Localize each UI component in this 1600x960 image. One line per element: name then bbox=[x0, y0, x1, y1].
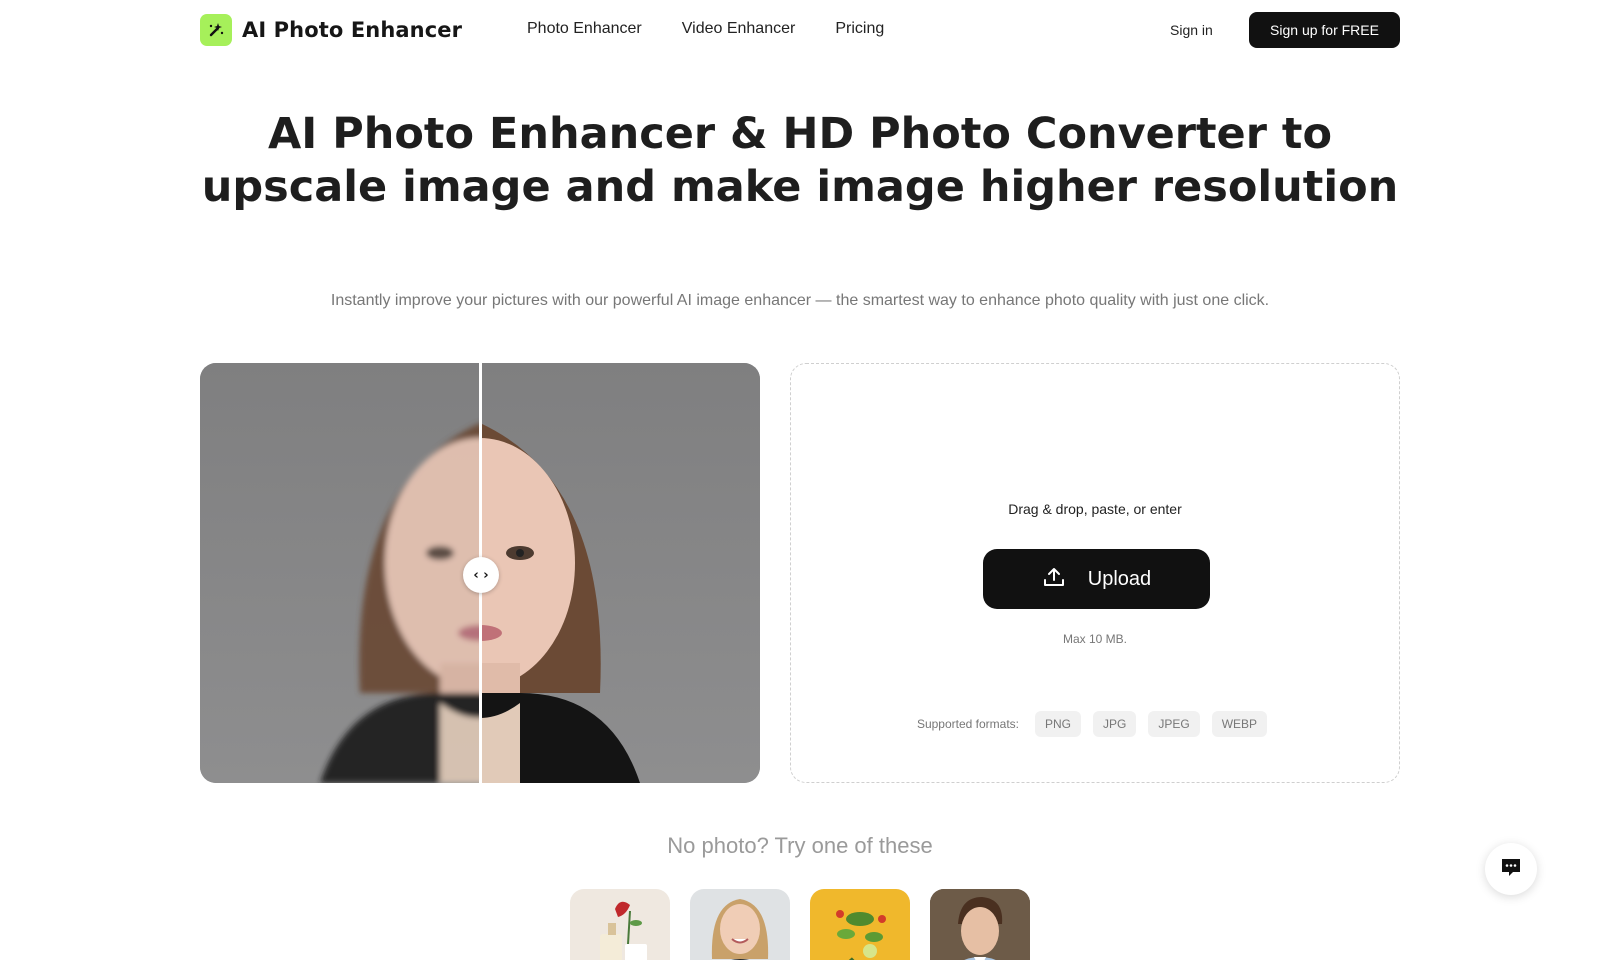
upload-dropzone[interactable]: Drag & drop, paste, or enter Upload Max … bbox=[790, 363, 1400, 783]
site-header: AI Photo Enhancer Photo Enhancer Video E… bbox=[0, 0, 1600, 60]
compare-slider-handle[interactable]: ‹ › bbox=[463, 557, 499, 593]
logo[interactable]: AI Photo Enhancer bbox=[200, 14, 462, 46]
upload-button-label: Upload bbox=[1087, 567, 1152, 590]
nav-pricing[interactable]: Pricing bbox=[835, 20, 884, 38]
drag-drop-hint: Drag & drop, paste, or enter bbox=[1008, 501, 1182, 517]
supported-formats: Supported formats: PNG JPG JPEG WEBP bbox=[791, 711, 1399, 737]
upload-icon bbox=[1042, 565, 1066, 594]
chat-widget-button[interactable] bbox=[1485, 843, 1537, 895]
format-badge: JPEG bbox=[1148, 711, 1200, 737]
samples-heading: No photo? Try one of these bbox=[667, 833, 933, 858]
main-nav: Photo Enhancer Video Enhancer Pricing bbox=[527, 20, 924, 38]
sample-image-salad[interactable] bbox=[810, 889, 910, 960]
sample-image-product[interactable] bbox=[570, 889, 670, 960]
sample-image-woman[interactable] bbox=[690, 889, 790, 960]
page-title: AI Photo Enhancer & HD Photo Converter t… bbox=[201, 109, 1399, 212]
formats-label: Supported formats: bbox=[916, 717, 1019, 731]
sample-image-man[interactable] bbox=[930, 889, 1030, 960]
format-badge: WEBP bbox=[1211, 711, 1268, 737]
chat-icon bbox=[1499, 855, 1523, 884]
format-badge: PNG bbox=[1035, 711, 1082, 737]
magic-wand-icon bbox=[200, 14, 232, 46]
sign-in-link[interactable]: Sign in bbox=[1170, 22, 1213, 38]
logo-text: AI Photo Enhancer bbox=[242, 18, 463, 42]
page-subtitle: Instantly improve your pictures with our… bbox=[330, 292, 1270, 309]
nav-photo-enhancer[interactable]: Photo Enhancer bbox=[527, 20, 642, 38]
chevron-left-right-icon: ‹ › bbox=[473, 567, 489, 583]
upload-button[interactable]: Upload bbox=[983, 549, 1210, 609]
sign-up-button[interactable]: Sign up for FREE bbox=[1249, 12, 1400, 48]
nav-video-enhancer[interactable]: Video Enhancer bbox=[682, 20, 796, 38]
before-after-comparison[interactable]: ‹ › bbox=[200, 363, 760, 783]
max-size-note: Max 10 MB. bbox=[1062, 632, 1128, 646]
format-badge: JPG bbox=[1093, 711, 1137, 737]
